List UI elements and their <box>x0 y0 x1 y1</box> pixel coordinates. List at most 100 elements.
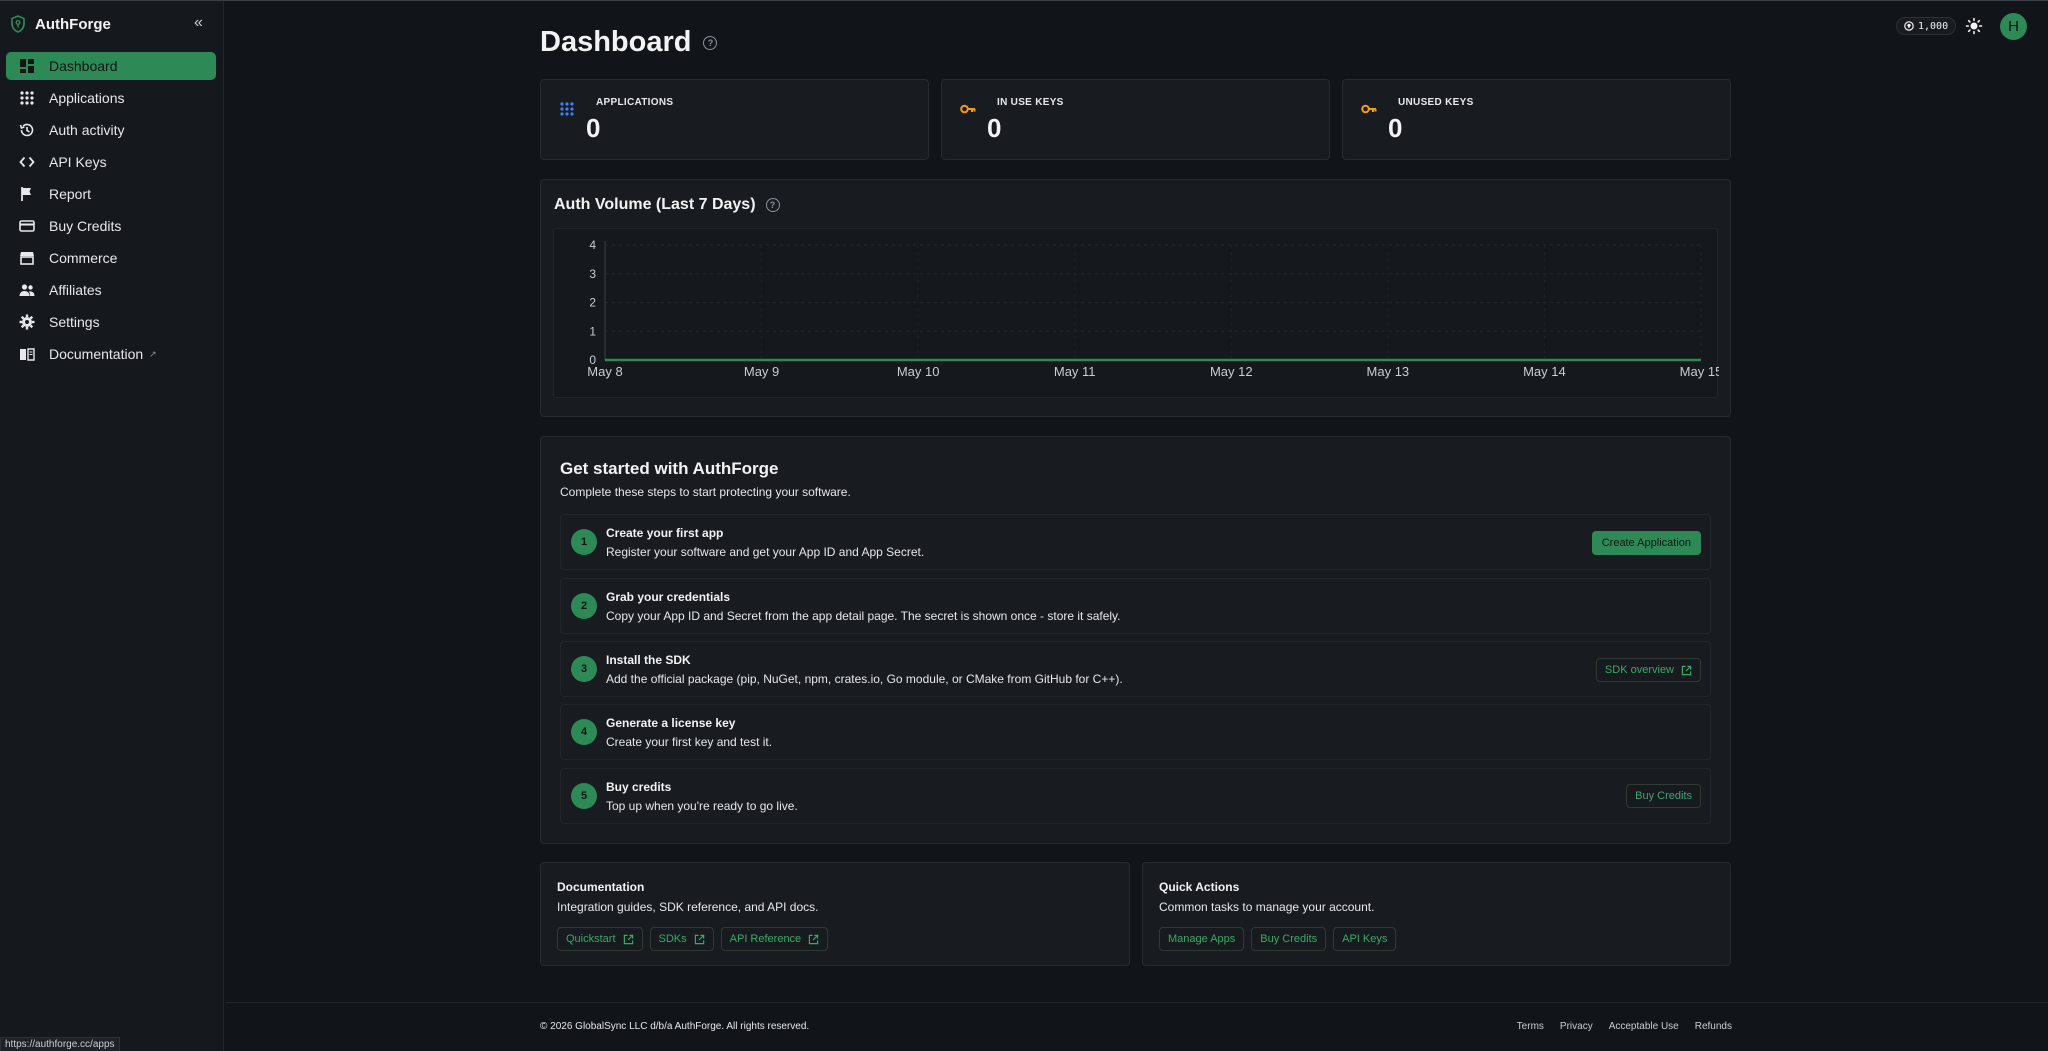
sidebar-nav: Dashboard Applications Auth activity API… <box>6 52 216 372</box>
sdks-link[interactable]: SDKs <box>649 927 714 951</box>
documentation-title: Documentation <box>557 880 645 894</box>
get-started-title: Get started with AuthForge <box>560 459 779 478</box>
stat-label: IN USE KEYS <box>997 97 1064 108</box>
y-tick-label: 3 <box>589 267 596 281</box>
quick-actions-links: Manage Apps Buy Credits API Keys <box>1159 927 1397 951</box>
buy-credits-quick-button[interactable]: Buy Credits <box>1251 927 1327 951</box>
window-top-border <box>0 0 2048 1</box>
footer-link-acceptable-use[interactable]: Acceptable Use <box>1609 1021 1679 1032</box>
step-title: Generate a license key <box>606 716 736 730</box>
stat-value: 0 <box>586 113 601 143</box>
sdk-overview-button[interactable]: SDK overview <box>1595 658 1701 682</box>
grid-icon <box>19 90 35 106</box>
credits-badge[interactable]: 1,000 <box>1896 17 1957 35</box>
sidebar-item-label: API Keys <box>49 154 107 170</box>
get-started-card: Get started with AuthForge Complete thes… <box>540 436 1731 844</box>
sun-icon[interactable] <box>1965 17 1983 35</box>
x-tick-label: May 14 <box>1523 364 1566 379</box>
buy-credits-button[interactable]: Buy Credits <box>1626 784 1701 808</box>
sidebar-item-auth-activity[interactable]: Auth activity <box>6 116 216 144</box>
auth-volume-chart: 01234May 8 May 9 May 10 May 11 May 12 May 13 M… <box>587 238 1719 379</box>
y-tick-label: 2 <box>589 296 596 310</box>
x-tick-label: May 12 <box>1210 364 1253 379</box>
sidebar-item-applications[interactable]: Applications <box>6 84 216 112</box>
y-tick-label: 4 <box>589 238 596 252</box>
api-keys-quick-button[interactable]: API Keys <box>1333 927 1397 951</box>
status-url: https://authforge.cc/apps <box>0 1037 120 1051</box>
step-license-key: 4 Generate a license key Create your fir… <box>560 704 1711 760</box>
coin-icon <box>1904 21 1914 31</box>
sidebar: AuthForge « Dashboard Applications Auth … <box>0 1 224 1051</box>
x-tick-label: May 9 <box>744 364 779 379</box>
dashboard-icon <box>19 58 35 74</box>
step-number: 1 <box>571 529 597 555</box>
people-icon <box>19 282 35 298</box>
external-link-icon: ↗ <box>149 348 157 359</box>
x-tick-label: May 8 <box>587 364 622 379</box>
footer-link-refunds[interactable]: Refunds <box>1695 1021 1732 1032</box>
documentation-card: Documentation Integration guides, SDK re… <box>540 862 1130 966</box>
footer-link-privacy[interactable]: Privacy <box>1560 1021 1593 1032</box>
sidebar-item-label: Report <box>49 186 92 202</box>
brand[interactable]: AuthForge <box>10 14 111 34</box>
step-number: 3 <box>571 656 597 682</box>
stat-value: 0 <box>1388 113 1403 143</box>
page-header: Dashboard ? <box>540 26 718 59</box>
sidebar-item-label: Buy Credits <box>49 218 122 234</box>
sidebar-item-dashboard[interactable]: Dashboard <box>6 52 216 80</box>
page-title: Dashboard <box>540 26 692 58</box>
x-tick-label: May 11 <box>1054 364 1096 379</box>
button-label: SDK overview <box>1604 664 1674 676</box>
help-icon[interactable]: ? <box>765 198 780 212</box>
sidebar-item-label: Settings <box>49 314 100 330</box>
storefront-icon <box>19 250 35 266</box>
sidebar-item-commerce[interactable]: Commerce <box>6 244 216 272</box>
manage-apps-button[interactable]: Manage Apps <box>1159 927 1245 951</box>
footer-divider <box>225 1002 2048 1003</box>
sidebar-item-report[interactable]: Report <box>6 180 216 208</box>
gear-icon <box>19 314 35 330</box>
sidebar-item-label: Applications <box>49 90 125 106</box>
credits-count: 1,000 <box>1918 20 1949 32</box>
chart-title-row: Auth Volume (Last 7 Days) ? <box>554 196 780 214</box>
step-description: Register your software and get your App … <box>606 545 925 559</box>
external-link-icon <box>623 934 633 944</box>
sidebar-item-settings[interactable]: Settings <box>6 308 216 336</box>
flag-icon <box>19 186 35 202</box>
stat-label: APPLICATIONS <box>596 97 674 108</box>
credit-card-icon <box>19 218 35 234</box>
shield-logo-icon <box>11 15 25 33</box>
step-number: 4 <box>571 719 597 745</box>
api-reference-link[interactable]: API Reference <box>720 927 829 951</box>
help-icon[interactable]: ? <box>703 35 718 50</box>
copyright: © 2026 GlobalSync LLC d/b/a AuthForge. A… <box>540 1021 810 1032</box>
avatar[interactable]: H <box>2000 13 2027 40</box>
sidebar-item-label: Auth activity <box>49 122 125 138</box>
chart-title: Auth Volume (Last 7 Days) <box>554 196 756 213</box>
step-description: Copy your App ID and Secret from the app… <box>606 609 1121 623</box>
y-tick-label: 1 <box>589 324 596 338</box>
step-title: Create your first app <box>606 526 724 540</box>
sidebar-item-api-keys[interactable]: API Keys <box>6 148 216 176</box>
step-number: 2 <box>571 593 597 619</box>
quickstart-link[interactable]: Quickstart <box>557 927 643 951</box>
button-label: API Reference <box>729 933 802 945</box>
button-label: Quickstart <box>566 933 616 945</box>
step-install-sdk: 3 Install the SDK Add the official packa… <box>560 641 1711 697</box>
step-create-app: 1 Create your first app Register your so… <box>560 514 1711 570</box>
sidebar-item-label: Documentation <box>49 346 144 362</box>
sidebar-item-label: Dashboard <box>49 58 118 74</box>
sidebar-item-buy-credits[interactable]: Buy Credits <box>6 212 216 240</box>
chart-area: 0 1 2 3 4 May 8 May 9 May 10 May 11 May 12 May 13 M… <box>553 228 1719 398</box>
documentation-subtitle: Integration guides, SDK reference, and A… <box>557 900 819 914</box>
chevron-double-left-icon[interactable]: « <box>194 15 210 31</box>
footer-link-terms[interactable]: Terms <box>1517 1021 1544 1032</box>
sidebar-item-affiliates[interactable]: Affiliates <box>6 276 216 304</box>
sidebar-item-label: Commerce <box>49 250 118 266</box>
stat-label: UNUSED KEYS <box>1398 97 1474 108</box>
create-application-button[interactable]: Create Application <box>1591 531 1701 555</box>
sidebar-item-documentation[interactable]: Documentation ↗ <box>6 340 216 368</box>
step-title: Grab your credentials <box>606 590 731 604</box>
stat-card-in-use-keys: IN USE KEYS 0 <box>941 79 1330 160</box>
step-number: 5 <box>571 783 597 809</box>
